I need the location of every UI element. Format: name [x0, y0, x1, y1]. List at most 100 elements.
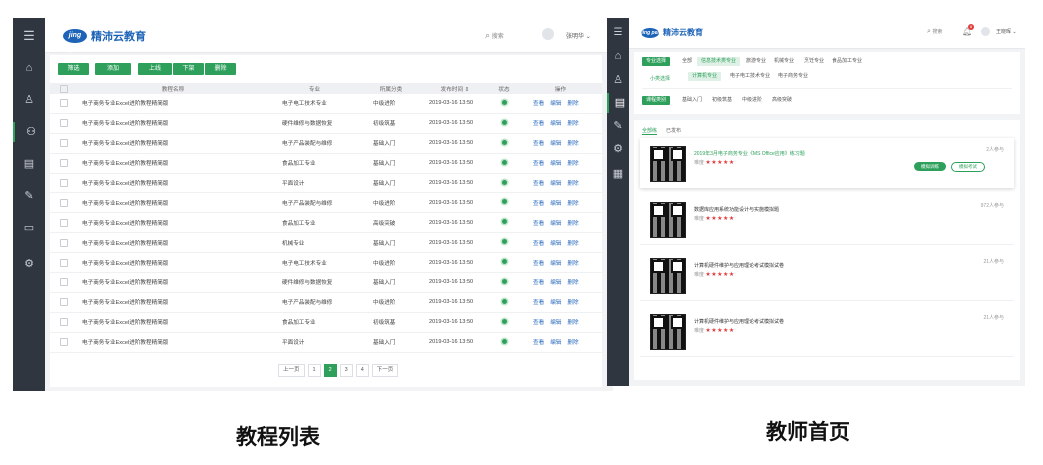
page-4[interactable]: 4	[355, 364, 369, 377]
major-food[interactable]: 食品加工专业	[828, 57, 866, 66]
home-icon[interactable]: ⌂	[13, 58, 45, 78]
edit-link[interactable]: 编辑	[550, 340, 561, 346]
exercise-title[interactable]: 计算机硬件维护与应用理论考试模拟试卷	[694, 318, 784, 325]
logo[interactable]: jing pei 精沛云教育	[63, 28, 146, 53]
view-link[interactable]: 查看	[533, 340, 544, 346]
logo[interactable]: jing pei 精沛云教育	[641, 27, 703, 38]
delete-link[interactable]: 删除	[567, 261, 578, 267]
settings-icon[interactable]: ⚙	[607, 139, 629, 159]
table-row[interactable]: 电子商务专业Excel进阶教程精简版 电子电工技术专业 中级进阶 2019-03-16…	[50, 94, 602, 114]
edit-link[interactable]: 编辑	[550, 221, 561, 227]
next-page[interactable]: 下一页	[371, 364, 399, 377]
delete-link[interactable]: 删除	[567, 280, 578, 286]
view-link[interactable]: 查看	[533, 320, 544, 326]
user-menu[interactable]: 张明华 ⌄	[566, 31, 591, 40]
table-row[interactable]: 电子商务专业Excel进阶教程精简版 平面设计 基础入门 2019-03-16 13:…	[50, 173, 602, 194]
exercise-item[interactable]: 计算机硬件维护与应用理论考试模拟试卷 难度 ★★★★★ 21人参与	[640, 250, 1014, 301]
edit-link[interactable]: 编辑	[550, 101, 561, 107]
delete-link[interactable]: 删除	[567, 161, 578, 167]
cat-intermediate[interactable]: 中级进阶	[738, 96, 766, 105]
exercise-item[interactable]: 2019年3月电子商务专业《MS Office应用》练习题 难度 ★★★★★ 2人参…	[640, 138, 1014, 188]
tab-all[interactable]: 全部练	[642, 127, 658, 135]
course-icon[interactable]: ♙	[607, 70, 629, 90]
filter-button[interactable]: 筛选	[58, 63, 89, 75]
search-box[interactable]: ⌕ 搜索	[485, 30, 504, 41]
delete-link[interactable]: 删除	[567, 181, 578, 187]
delete-link[interactable]: 删除	[567, 101, 578, 107]
row-checkbox[interactable]	[60, 258, 68, 267]
col-date[interactable]: 发布时间 ⇕	[421, 83, 489, 94]
sub-electrical[interactable]: 电子电工技术专业	[726, 72, 774, 81]
row-checkbox[interactable]	[60, 218, 68, 227]
view-link[interactable]: 查看	[533, 181, 544, 187]
view-link[interactable]: 查看	[533, 121, 544, 127]
menu-icon[interactable]: ☰	[607, 23, 629, 43]
row-checkbox[interactable]	[60, 99, 68, 108]
exercise-title[interactable]: 计算机硬件维护与应用理论考试模拟试卷	[694, 262, 784, 269]
major-tourism[interactable]: 旅游专业	[742, 57, 770, 66]
page-3[interactable]: 3	[339, 364, 353, 377]
row-checkbox[interactable]	[60, 298, 68, 307]
view-link[interactable]: 查看	[533, 300, 544, 306]
edit-icon[interactable]: ✎	[607, 116, 629, 136]
view-link[interactable]: 查看	[533, 161, 544, 167]
search-box[interactable]: ⌕ 搜索	[927, 28, 942, 36]
table-row[interactable]: 电子商务专业Excel进阶教程精简版 硬件维修与数据恢复 基础入门 2019-03-1…	[50, 272, 602, 293]
sub-ecommerce[interactable]: 电子商务专业	[774, 72, 812, 81]
table-row[interactable]: 电子商务专业Excel进阶教程精简版 电子产品装配与维修 中级进阶 2019-03-1…	[50, 292, 602, 313]
add-button[interactable]: 添加	[95, 63, 131, 75]
row-checkbox[interactable]	[60, 159, 68, 168]
view-link[interactable]: 查看	[533, 201, 544, 207]
edit-link[interactable]: 编辑	[550, 161, 561, 167]
page-1[interactable]: 1	[307, 364, 321, 377]
online-button[interactable]: 上线	[138, 63, 172, 75]
delete-link[interactable]: 删除	[567, 201, 578, 207]
delete-link[interactable]: 删除	[567, 320, 578, 326]
home-icon[interactable]: ⌂	[607, 46, 629, 66]
delete-link[interactable]: 删除	[567, 300, 578, 306]
course-icon[interactable]: ♙	[13, 90, 45, 110]
document-icon[interactable]: ▤	[607, 93, 631, 113]
edit-link[interactable]: 编辑	[550, 121, 561, 127]
table-row[interactable]: 电子商务专业Excel进阶教程精简版 硬件维修与数据恢复 初级筑基 2019-03-1…	[50, 113, 602, 134]
tab-published[interactable]: 已发布	[666, 127, 681, 134]
practice-button[interactable]: 模拟训练	[914, 162, 946, 171]
cat-basic[interactable]: 基础入门	[678, 96, 706, 105]
view-link[interactable]: 查看	[533, 101, 544, 107]
row-checkbox[interactable]	[60, 238, 68, 247]
delete-link[interactable]: 删除	[567, 121, 578, 127]
row-checkbox[interactable]	[60, 318, 68, 327]
sort-icon[interactable]: ⇕	[465, 87, 470, 93]
sub-computer[interactable]: 计算机专业	[688, 72, 722, 81]
exercise-item[interactable]: 计算机硬件维护与应用理论考试模拟试卷 难度 ★★★★★ 21人参与	[640, 306, 1014, 357]
table-row[interactable]: 电子商务专业Excel进阶教程精简版 食品加工专业 高级突破 2019-03-16 1…	[50, 212, 602, 234]
delete-link[interactable]: 删除	[567, 221, 578, 227]
avatar[interactable]	[542, 28, 554, 40]
delete-link[interactable]: 删除	[567, 141, 578, 147]
users-icon[interactable]: ⚇	[13, 122, 47, 142]
view-link[interactable]: 查看	[533, 261, 544, 267]
row-checkbox[interactable]	[60, 338, 68, 347]
edit-link[interactable]: 编辑	[550, 300, 561, 306]
edit-link[interactable]: 编辑	[550, 201, 561, 207]
major-cooking[interactable]: 烹饪专业	[800, 57, 828, 66]
document-icon[interactable]: ▤	[13, 154, 45, 174]
exercise-title[interactable]: 2019年3月电子商务专业《MS Office应用》练习题	[694, 150, 805, 157]
table-row[interactable]: 电子商务专业Excel进阶教程精简版 机械专业 基础入门 2019-03-16 13:…	[50, 232, 602, 254]
delete-link[interactable]: 删除	[567, 241, 578, 247]
row-checkbox[interactable]	[60, 119, 68, 128]
major-it[interactable]: 信息技术类专业	[697, 57, 741, 66]
menu-icon[interactable]: ☰	[13, 26, 45, 46]
exercise-title[interactable]: 数据库应用系统功能设计与实施模拟题	[694, 206, 779, 213]
row-checkbox[interactable]	[60, 198, 68, 207]
major-mechanical[interactable]: 机械专业	[770, 57, 798, 66]
table-row[interactable]: 电子商务专业Excel进阶教程精简版 电子电工技术专业 中级进阶 2019-03-16…	[50, 252, 602, 274]
view-link[interactable]: 查看	[533, 141, 544, 147]
page-2[interactable]: 2	[323, 364, 337, 377]
edit-link[interactable]: 编辑	[550, 320, 561, 326]
edit-link[interactable]: 编辑	[550, 141, 561, 147]
table-row[interactable]: 电子商务专业Excel进阶教程精简版 电子产品装配与维修 中级进阶 2019-03-1…	[50, 192, 602, 214]
mock-exam-button[interactable]: 模拟考试	[951, 162, 985, 172]
exercise-item[interactable]: 数据库应用系统功能设计与实施模拟题 难度 ★★★★★ 972人参与	[640, 194, 1014, 245]
edit-icon[interactable]: ✎	[13, 186, 45, 206]
